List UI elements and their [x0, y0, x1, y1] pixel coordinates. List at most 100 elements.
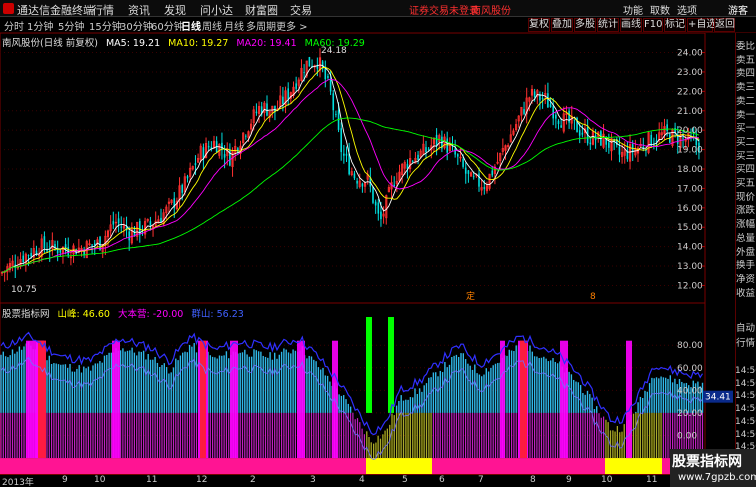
price-tick-label: 14.00 — [677, 243, 703, 253]
period-multi[interactable]: 多周期 — [246, 18, 276, 33]
menu-news[interactable]: 资讯 — [128, 2, 150, 18]
period-monthly[interactable]: 月线 — [224, 18, 244, 33]
side-field-label: 换手 — [736, 260, 756, 272]
side-field-label: 净资 — [736, 273, 756, 285]
back-button[interactable]: 返回 — [714, 18, 735, 32]
price-tick-label: 22.00 — [677, 87, 703, 97]
price-tick-label: 24.00 — [677, 49, 703, 59]
candle-body — [560, 125, 562, 128]
app-title: 通达信金融终端 — [17, 4, 94, 17]
candle-body — [308, 57, 311, 67]
quote-label: 行情 — [736, 338, 756, 349]
side-field-label: 涨幅 — [736, 219, 756, 231]
candle-body — [425, 147, 427, 153]
price-tick-label: 21.00 — [677, 107, 703, 117]
tick-time: 14:50 — [735, 404, 756, 415]
candle-body — [547, 93, 549, 108]
candle-body — [674, 128, 676, 132]
period-60min[interactable]: 60分钟 — [151, 18, 184, 33]
menu-quotes[interactable]: 行情 — [92, 2, 114, 18]
menu-functions[interactable]: 功能 — [623, 2, 643, 17]
stats-button[interactable]: 统计 — [597, 18, 619, 32]
menu-discover[interactable]: 发现 — [164, 2, 186, 18]
side-field-label: 收益 — [736, 287, 756, 299]
draw-line-button[interactable]: 画线 — [620, 18, 642, 32]
menu-ask[interactable]: 问小达 — [200, 2, 233, 18]
candle-body — [54, 244, 56, 248]
candle-body — [202, 147, 205, 159]
valley-zone — [605, 458, 662, 475]
candle-body — [329, 79, 332, 92]
candle-body — [462, 159, 464, 167]
candle-body — [578, 130, 581, 136]
candle-body — [568, 110, 570, 123]
candle-body — [533, 91, 536, 98]
menu-options[interactable]: 选项 — [677, 2, 697, 17]
ma20-line — [1, 78, 699, 273]
side-field-label: 委比 — [736, 41, 756, 52]
candle-body — [332, 93, 335, 111]
candle-body — [266, 103, 268, 116]
ma5-line — [1, 64, 700, 273]
title-bar: 通达信金融终端 行情 资讯 发现 问小达 财富圈 交易 证券交易未登录 南风股份… — [0, 0, 756, 17]
date-tick-label: 2013年 — [2, 478, 34, 487]
indicator-tick-label: 20.00 — [677, 409, 703, 419]
side-field-label: 买四 — [736, 164, 756, 176]
candle-body — [337, 110, 340, 130]
indicator-chart[interactable]: 80.0060.0040.0020.000.0034.41 山谷 山谷 山脚 山… — [0, 303, 735, 475]
add-watchlist-button[interactable]: +自选 — [687, 18, 716, 32]
period-5min[interactable]: 5分钟 — [58, 18, 84, 33]
period-15min[interactable]: 15分钟 — [89, 18, 122, 33]
period-30min[interactable]: 30分钟 — [120, 18, 153, 33]
candle-body — [417, 154, 419, 160]
overlay-button[interactable]: 叠加 — [551, 18, 573, 32]
date-axis: 2013年 9 10 11 12 2 3 4 5 6 7 8 9 10 11 — [0, 474, 705, 487]
period-more[interactable]: 更多 > — [276, 18, 308, 33]
price-tick-label: 19.00 — [677, 146, 703, 156]
candle-body — [295, 83, 297, 89]
candle-body — [117, 218, 120, 224]
indicator-tick-label: 0.00 — [677, 432, 697, 442]
auto-label: 自动 — [736, 323, 756, 334]
period-intraday[interactable]: 分时 — [4, 18, 24, 33]
indicator-tick-label: 40.00 — [677, 386, 703, 396]
guest-label[interactable]: 游客 — [728, 2, 748, 17]
multi-stock-button[interactable]: 多股 — [574, 18, 596, 32]
login-status[interactable]: 证券交易未登录 — [409, 2, 479, 17]
side-field-label: 卖三 — [736, 82, 756, 94]
candle-body — [411, 161, 414, 163]
watermark: 股票指标网 www.7gpzb.com — [670, 449, 756, 487]
current-value-text: 34.41 — [705, 393, 731, 403]
current-stock-name: 南风股份 — [471, 6, 511, 17]
period-1min[interactable]: 1分钟 — [27, 18, 53, 33]
shangu-spike — [388, 317, 394, 413]
menu-trade[interactable]: 交易 — [290, 2, 312, 18]
candle-body — [22, 255, 24, 263]
qunshan-value: 群山: 56.23 — [191, 309, 244, 320]
candle-body — [682, 137, 684, 139]
date-tick-label: 10 — [94, 475, 106, 485]
menu-fetch[interactable]: 取数 — [650, 2, 670, 17]
watermark-url: www.7gpzb.com — [678, 472, 756, 483]
candle-body — [541, 97, 544, 99]
shanfeng-pillar — [626, 340, 632, 459]
ma20-value: MA20: 19.41 — [236, 38, 297, 49]
candle-body — [343, 153, 345, 156]
candle-body — [303, 72, 305, 73]
candle-body — [478, 173, 480, 187]
candle-body — [454, 148, 456, 155]
period-weekly[interactable]: 周线 — [202, 18, 222, 33]
f10-button[interactable]: F10 — [643, 18, 663, 32]
date-tick-label: 5 — [402, 475, 408, 485]
period-toolbar: 分时 1分钟 5分钟 15分钟 30分钟 60分钟 日线 周线 月线 多周期 更… — [0, 17, 756, 33]
mark-button[interactable]: 标记 — [664, 18, 686, 32]
tick-time: 14:50 — [735, 391, 756, 402]
date-tick-label: 6 — [439, 475, 445, 485]
candle-body — [589, 142, 592, 145]
adjust-button[interactable]: 复权 — [528, 18, 550, 32]
kline-chart[interactable]: 24.00 23.00 22.00 21.00 20.00 19.00 18.00 17.00… — [0, 33, 735, 303]
menu-wealth[interactable]: 财富圈 — [245, 2, 278, 18]
side-field-label: 买一 — [736, 123, 756, 135]
candle-body — [618, 146, 621, 155]
period-daily[interactable]: 日线 — [181, 18, 201, 33]
